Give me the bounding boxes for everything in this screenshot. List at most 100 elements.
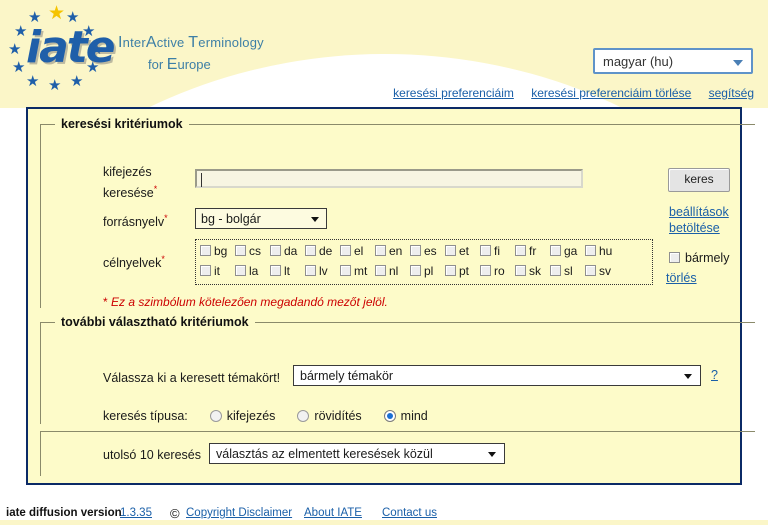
target-language-option-sk[interactable]: sk <box>515 264 550 278</box>
target-language-checkbox-lv[interactable] <box>305 265 316 276</box>
eu-star-icon: ★ <box>8 41 22 58</box>
target-language-checkbox-it[interactable] <box>200 265 211 276</box>
footer-copyright-wrap: Copyright Disclaimer <box>186 507 292 519</box>
target-language-option-sl[interactable]: sl <box>550 264 585 278</box>
target-language-option-mt[interactable]: mt <box>340 264 375 278</box>
target-language-option-ro[interactable]: ro <box>480 264 515 278</box>
target-language-checkbox-sl[interactable] <box>550 265 561 276</box>
radio-roviditees[interactable] <box>297 410 310 422</box>
recent-searches-select[interactable]: választás az elmentett keresések közül <box>209 443 505 464</box>
domain-select[interactable]: bármely témakör <box>293 365 701 386</box>
search-criteria-fieldset: keresési kritériumok kifejezés keresése*… <box>40 117 755 309</box>
target-language-option-da[interactable]: da <box>270 244 305 258</box>
link-clear-languages[interactable]: törlés <box>666 271 697 285</box>
logo-tagline: InterActive Terminology for Europe <box>118 34 264 74</box>
recent-searches-fieldset: utolsó 10 keresés választás az elmentett… <box>40 431 755 476</box>
any-language-label: bármely <box>685 251 730 265</box>
target-language-checkbox-de[interactable] <box>305 245 316 256</box>
target-language-label: sk <box>529 264 541 278</box>
target-languages-row: it la lt lv mt nl pl pt ro sk sl sv <box>200 264 652 284</box>
target-language-checkbox-lt[interactable] <box>270 265 281 276</box>
target-language-option-la[interactable]: la <box>235 264 270 278</box>
any-language-option[interactable]: bármely <box>669 251 729 265</box>
tagline-erminology: erminology <box>198 35 264 50</box>
footer-contact-link[interactable]: Contact us <box>382 507 437 519</box>
footer-app-name: iate diffusion version <box>6 507 122 519</box>
radio-kifejezes[interactable] <box>209 410 222 422</box>
target-language-checkbox-hu[interactable] <box>585 245 596 256</box>
target-language-option-en[interactable]: en <box>375 244 410 258</box>
target-language-option-es[interactable]: es <box>410 244 445 258</box>
search-type-option-roviditees[interactable]: rövidítés <box>275 409 362 423</box>
target-language-checkbox-mt[interactable] <box>340 265 351 276</box>
source-language-select[interactable]: bg - bolgár <box>195 208 327 229</box>
target-language-checkbox-pt[interactable] <box>445 265 456 276</box>
link-clear-search-preferences[interactable]: keresési preferenciáim törlése <box>531 86 691 100</box>
target-language-checkbox-et[interactable] <box>445 245 456 256</box>
target-language-option-et[interactable]: et <box>445 244 480 258</box>
footer-copyright-link[interactable]: Copyright Disclaimer <box>186 507 292 519</box>
domain-help-link[interactable]: ? <box>711 368 718 382</box>
target-language-option-it[interactable]: it <box>200 264 235 278</box>
target-language-checkbox-ga[interactable] <box>550 245 561 256</box>
domain-help-wrap: ? <box>711 368 718 382</box>
target-language-checkbox-la[interactable] <box>235 265 246 276</box>
target-language-checkbox-fi[interactable] <box>480 245 491 256</box>
radio-mind[interactable] <box>383 410 396 422</box>
target-language-label: ga <box>564 244 578 258</box>
target-languages-label-text: célnyelvek <box>103 256 162 271</box>
target-language-option-lt[interactable]: lt <box>270 264 305 278</box>
target-language-checkbox-sk[interactable] <box>515 265 526 276</box>
target-language-label: fi <box>494 244 500 258</box>
link-load-settings-line2[interactable]: betöltése <box>669 220 729 236</box>
link-help[interactable]: segítség <box>709 86 754 100</box>
target-language-checkbox-ro[interactable] <box>480 265 491 276</box>
target-language-option-bg[interactable]: bg <box>200 244 235 258</box>
target-language-label: es <box>424 244 437 258</box>
target-language-checkbox-cs[interactable] <box>235 245 246 256</box>
copyright-icon: © <box>170 506 180 521</box>
target-language-checkbox-es[interactable] <box>410 245 421 256</box>
target-language-label: bg <box>214 244 228 258</box>
target-language-option-fr[interactable]: fr <box>515 244 550 258</box>
tagline-a: A <box>145 34 157 51</box>
tagline-ctive: ctive <box>156 35 189 50</box>
link-load-settings-line1[interactable]: beállítások <box>669 204 729 220</box>
target-language-option-nl[interactable]: nl <box>375 264 410 278</box>
tagline-urope: urope <box>177 57 211 72</box>
tagline-nter: nter <box>122 35 146 50</box>
target-language-checkbox-sv[interactable] <box>585 265 596 276</box>
target-language-checkbox-en[interactable] <box>375 245 386 256</box>
search-type-option-kifejezes[interactable]: kifejezés <box>188 409 275 423</box>
target-language-label: lt <box>284 264 290 278</box>
target-language-option-pt[interactable]: pt <box>445 264 480 278</box>
target-language-option-fi[interactable]: fi <box>480 244 515 258</box>
search-term-input[interactable] <box>195 169 583 188</box>
additional-criteria-fieldset: további választható kritériumok Válassza… <box>40 315 755 424</box>
target-language-option-cs[interactable]: cs <box>235 244 270 258</box>
target-language-checkbox-fr[interactable] <box>515 245 526 256</box>
target-language-label: pl <box>424 264 434 278</box>
source-language-value: bg - bolgár <box>201 212 261 226</box>
target-language-checkbox-da[interactable] <box>270 245 281 256</box>
target-language-option-el[interactable]: el <box>340 244 375 258</box>
target-language-option-lv[interactable]: lv <box>305 264 340 278</box>
target-language-option-sv[interactable]: sv <box>585 264 620 278</box>
interface-language-select[interactable]: magyar (hu) <box>593 48 753 74</box>
search-button[interactable]: keres <box>668 168 730 192</box>
footer-version-link[interactable]: 1.3.35 <box>120 507 152 519</box>
recent-searches-value: választás az elmentett keresések közül <box>216 447 433 461</box>
footer-about-link[interactable]: About IATE <box>304 507 362 519</box>
link-search-preferences[interactable]: keresési preferenciáim <box>393 86 514 100</box>
target-language-checkbox-pl[interactable] <box>410 265 421 276</box>
target-language-option-hu[interactable]: hu <box>585 244 620 258</box>
search-type-option-mind[interactable]: mind <box>362 409 428 423</box>
target-language-checkbox-bg[interactable] <box>200 245 211 256</box>
target-language-option-de[interactable]: de <box>305 244 340 258</box>
target-language-checkbox-el[interactable] <box>340 245 351 256</box>
target-language-checkbox-nl[interactable] <box>375 265 386 276</box>
any-language-checkbox[interactable] <box>669 252 680 263</box>
target-language-option-ga[interactable]: ga <box>550 244 585 258</box>
additional-criteria-legend: további választható kritériumok <box>61 315 249 329</box>
target-language-option-pl[interactable]: pl <box>410 264 445 278</box>
